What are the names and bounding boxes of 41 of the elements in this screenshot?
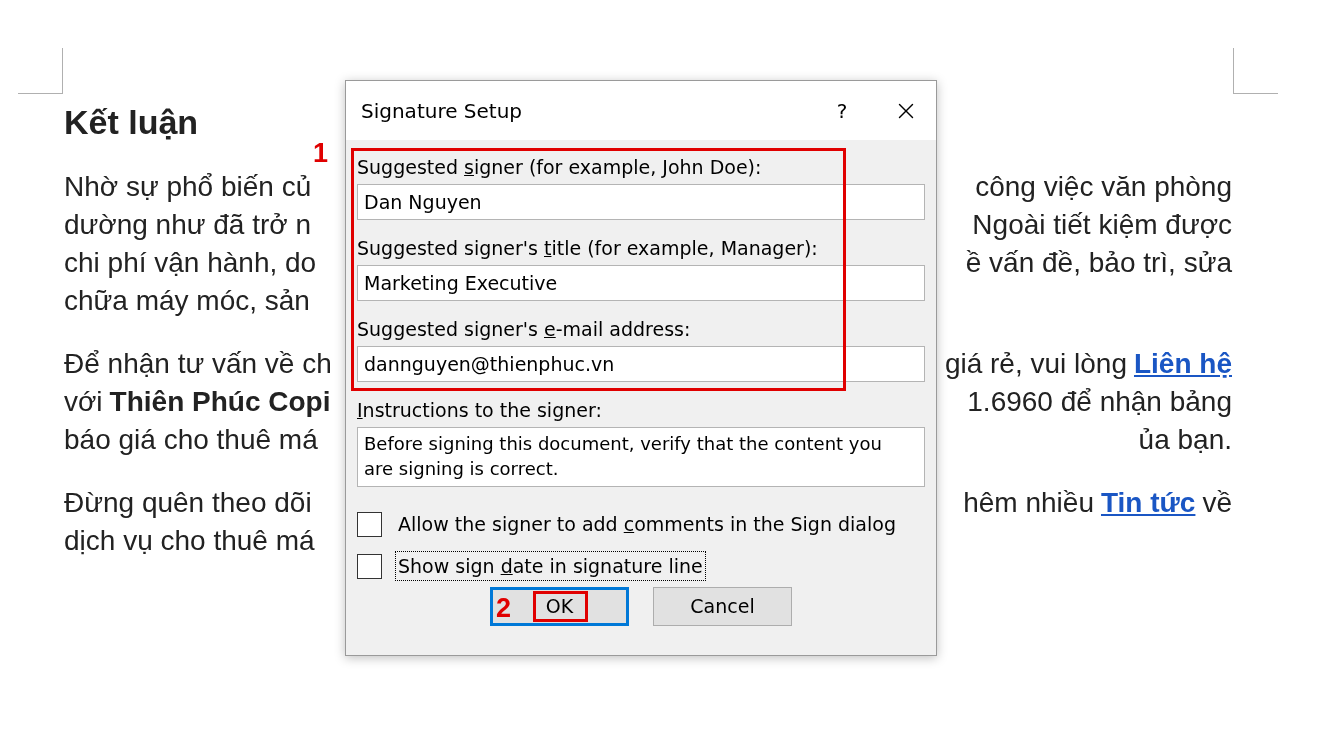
highlight-frame [533,591,588,622]
body-text-fragment: ủa bạn. [1138,423,1232,457]
field-label: Instructions to the signer: [357,398,603,422]
dialog-button[interactable]: Cancel [653,587,792,626]
input-field[interactable]: Before signing this document, verify that the content you are signing is correct. [357,427,925,487]
body-text-fragment: hêm nhiều [963,486,1094,520]
body-text-fragment: báo giá cho thuê má [64,423,318,457]
body-text-fragment: Nhờ sự phổ biến củ [64,170,312,204]
body-text-fragment: Để nhận tư vấn về ch [64,347,332,381]
bold-text: Thiên Phúc Copi [109,385,331,419]
body-text-fragment: giá rẻ, vui lòng [944,347,1127,381]
body-text-fragment: chi phí vận hành, do [64,246,317,280]
body-text-fragment: dịch vụ cho thuê má [64,524,315,558]
annotation-number: 1 [313,137,329,170]
checkbox-label: Show sign date in signature line [398,554,703,577]
body-text-fragment: 1.6960 để nhận bảng [967,385,1232,419]
checkbox[interactable] [357,553,382,579]
body-text-fragment: chữa máy móc, sản [64,284,310,318]
margin-corner-mark [1233,48,1278,94]
input-field[interactable]: Marketing Executive [357,265,925,301]
dialog-title: Signature Setup [361,97,524,125]
field-label: Suggested signer's e-mail address: [357,317,692,341]
section-heading: Kết luận [64,102,199,143]
field-label: Suggested signer's title (for example, Manager): [357,236,819,260]
body-text-fragment: Đừng quên theo dõi [64,486,312,520]
input-field[interactable]: dannguyen@thienphuc.vn [357,346,925,382]
body-text-fragment: Ngoài tiết kiệm được [972,208,1232,242]
link[interactable]: Tin tức [1101,484,1196,522]
input-field[interactable]: Dan Nguyen [357,184,925,220]
margin-corner-mark [18,48,63,94]
checkbox[interactable] [357,511,382,537]
body-text-fragment: ề vấn đề, bảo trì, sửa [965,246,1232,280]
body-text-fragment: dường như đã trở n [64,208,311,242]
link[interactable]: Liên hệ [1134,345,1232,383]
help-button[interactable]: ? [822,90,862,131]
body-text-fragment: công việc văn phòng [975,170,1232,204]
field-label: Suggested signer (for example, John Doe): [357,155,763,179]
annotation-number: 2 [496,592,512,625]
checkbox-label: Allow the signer to add comments in the Sign dialog [398,512,896,535]
body-text-fragment: với [64,385,103,419]
body-text-fragment: về [1202,486,1232,520]
